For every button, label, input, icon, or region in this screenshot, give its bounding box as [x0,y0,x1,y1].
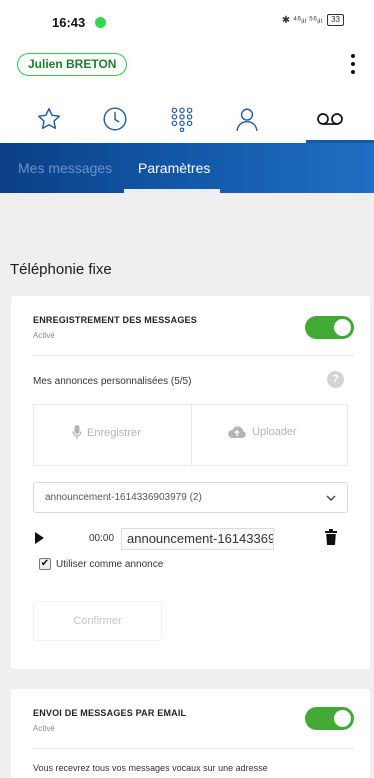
audio-player: 00:00 announcement-1614336903979 [33,528,358,550]
toggle-knob [334,710,351,727]
recording-indicator-icon [95,17,106,28]
divider [33,355,354,356]
confirm-button[interactable]: Confirmer [33,601,162,641]
microphone-icon [72,425,82,439]
email-settings-card: ENVOI DE MESSAGES PAR EMAIL Activé Vous … [11,689,370,778]
email-toggle[interactable] [305,707,354,730]
use-as-announcement-label: Utiliser comme annonce [56,558,164,570]
user-name-chip[interactable]: Julien BRETON [17,53,128,76]
tab-active-indicator [124,189,220,193]
player-time: 00:00 [89,533,115,544]
help-icon[interactable]: ? [327,371,344,388]
battery-icon: 33 [327,14,344,26]
cloud-upload-icon [228,426,246,438]
email-description: Vous recevrez tous vos messages vocaux s… [33,763,268,773]
section-title: Téléphonie fixe [10,261,112,278]
upload-button[interactable]: Uploader [227,425,297,439]
chevron-down-icon [326,495,336,501]
play-icon[interactable] [35,532,44,544]
person-icon[interactable] [229,101,265,137]
record-upload-box: Enregistrer Uploader [33,404,348,466]
record-label: Enregistrer [87,426,141,439]
signal-icons: ✱ ⁴⁶ᵢₗₗ ⁵⁶ᵢₗₗ [281,14,323,26]
tab-parametres[interactable]: Paramètres [138,160,210,176]
recording-card-status: Activé [33,331,55,340]
tab-bar: Mes messages Paramètres [0,143,374,193]
use-as-announcement-checkbox[interactable]: ✔ [39,558,51,570]
voicemail-icon[interactable] [312,101,348,137]
recording-toggle[interactable] [305,316,354,339]
use-as-announcement-row[interactable]: ✔ Utiliser comme annonce [39,558,163,570]
main-nav [0,95,374,143]
custom-announcements-label: Mes annonces personnalisées (5/5) [33,376,192,387]
toggle-knob [334,319,351,336]
app-header: Julien BRETON [0,40,374,143]
announcement-select[interactable]: announcement-1614336903979 (2) [33,482,348,513]
status-icons: ✱ ⁴⁶ᵢₗₗ ⁵⁶ᵢₗₗ 33 [282,14,344,26]
more-options-icon[interactable] [346,54,360,74]
record-button[interactable]: Enregistrer [72,425,141,440]
divider [33,748,354,749]
dialpad-icon[interactable] [164,101,200,137]
star-icon[interactable] [31,101,67,137]
status-time: 16:43 [52,15,86,30]
recording-card-title: ENREGISTREMENT DES MESSAGES [33,315,197,325]
upload-label: Uploader [252,426,297,438]
announcement-select-value: announcement-1614336903979 (2) [45,492,202,503]
recording-settings-card: ENREGISTREMENT DES MESSAGES Activé Mes a… [11,296,370,669]
player-filename-field[interactable]: announcement-1614336903979 [121,528,274,550]
trash-icon[interactable] [325,529,337,545]
tab-mes-messages[interactable]: Mes messages [18,160,112,176]
status-bar: 16:43 ✱ ⁴⁶ᵢₗₗ ⁵⁶ᵢₗₗ 33 [0,0,374,40]
email-card-title: ENVOI DE MESSAGES PAR EMAIL [33,708,187,718]
rec-box-divider [191,405,192,465]
email-card-status: Activé [33,724,55,733]
clock-icon[interactable] [97,101,133,137]
